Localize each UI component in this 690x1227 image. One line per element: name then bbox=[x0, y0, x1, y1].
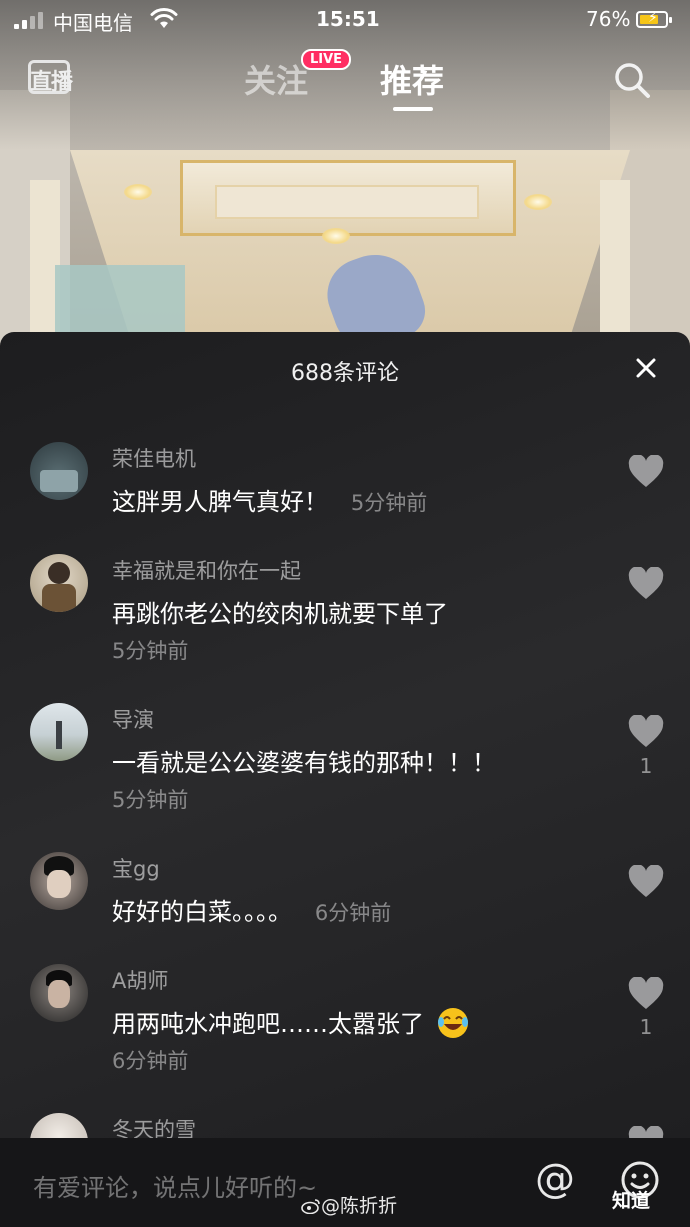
comment-time: 5分钟前 bbox=[112, 639, 189, 663]
tab-recommend[interactable]: 推荐 bbox=[380, 56, 444, 102]
carrier-label: 中国电信 bbox=[53, 11, 133, 35]
comment-item[interactable]: A胡师 用两吨水冲跑吧……太嚣张了 6分钟前 1 bbox=[0, 959, 690, 1089]
avatar[interactable] bbox=[30, 554, 88, 612]
battery-percent: 76% bbox=[586, 7, 631, 31]
comment-item[interactable]: 宝gg 好好的白菜。。。。 6分钟前 bbox=[0, 847, 690, 977]
comment-input[interactable]: 有爱评论，说点儿好听的~ bbox=[33, 1168, 317, 1203]
zhidao-watermark: 知道 bbox=[612, 1190, 651, 1212]
comment-input-bar: 有爱评论，说点儿好听的~ @ @陈折折 知道 bbox=[0, 1138, 690, 1227]
comment-time: 5分钟前 bbox=[350, 491, 428, 515]
comment-username[interactable]: 导演 bbox=[112, 704, 154, 734]
mention-icon[interactable]: @ bbox=[535, 1156, 575, 1202]
comment-text: 用两吨水冲跑吧……太嚣张了 bbox=[112, 1004, 470, 1040]
close-icon[interactable] bbox=[634, 356, 658, 380]
comment-time: 6分钟前 bbox=[112, 1049, 189, 1073]
comment-text: 这胖男人脾气真好！ 5分钟前 bbox=[112, 488, 428, 516]
like-heart-icon[interactable] bbox=[628, 455, 664, 489]
like-count: 1 bbox=[639, 754, 653, 778]
like-heart-icon[interactable] bbox=[628, 977, 664, 1011]
comment-text: 一看就是公公婆婆有钱的那种！！！ bbox=[112, 749, 496, 777]
like-heart-icon[interactable] bbox=[628, 865, 664, 899]
comment-username[interactable]: 冬天的雪 bbox=[112, 1114, 196, 1138]
comment-username[interactable]: A胡师 bbox=[112, 965, 168, 995]
avatar[interactable] bbox=[30, 964, 88, 1022]
active-tab-indicator bbox=[393, 107, 433, 111]
comments-panel[interactable]: 688条评论 荣佳电机 这胖男人脾气真好！ 5分钟前 幸福就是和你在一起 再跳你… bbox=[0, 332, 690, 1138]
live-button[interactable]: 直播 bbox=[28, 52, 74, 98]
like-heart-icon[interactable] bbox=[628, 1126, 664, 1138]
video-lamp bbox=[322, 228, 350, 244]
video-lamp bbox=[524, 194, 552, 210]
like-heart-icon[interactable] bbox=[628, 715, 664, 749]
live-button-label: 直播 bbox=[30, 70, 73, 95]
live-badge: LIVE bbox=[301, 49, 352, 70]
like-count: 1 bbox=[639, 1015, 653, 1039]
comment-text: 好好的白菜。。。。 6分钟前 bbox=[112, 898, 392, 926]
comment-item[interactable]: 幸福就是和你在一起 再跳你老公的绞肉机就要下单了 5分钟前 bbox=[0, 549, 690, 679]
comments-count-title: 688条评论 bbox=[291, 361, 399, 386]
avatar[interactable] bbox=[30, 703, 88, 761]
signal-icon bbox=[14, 11, 43, 29]
search-icon[interactable] bbox=[612, 60, 652, 100]
avatar[interactable] bbox=[30, 1113, 88, 1138]
weibo-watermark: @陈折折 bbox=[301, 1191, 397, 1218]
wifi-icon bbox=[150, 8, 178, 28]
clock: 15:51 bbox=[316, 7, 380, 31]
avatar[interactable] bbox=[30, 852, 88, 910]
comment-username[interactable]: 宝gg bbox=[112, 853, 160, 883]
battery-icon: ⚡ bbox=[636, 10, 672, 28]
video-ceiling-tray-inner bbox=[215, 185, 479, 219]
weibo-icon bbox=[301, 1199, 320, 1215]
avatar[interactable] bbox=[30, 442, 88, 500]
comment-text: 再跳你老公的绞肉机就要下单了 bbox=[112, 600, 448, 628]
comment-time: 5分钟前 bbox=[112, 788, 189, 812]
comment-username[interactable]: 荣佳电机 bbox=[112, 443, 196, 473]
status-bar: 中国电信 15:51 76% ⚡ bbox=[0, 0, 690, 40]
video-lamp bbox=[124, 184, 152, 200]
comment-item[interactable]: 荣佳电机 这胖男人脾气真好！ 5分钟前 bbox=[0, 437, 690, 567]
tab-follow[interactable]: 关注 bbox=[244, 56, 308, 102]
charging-icon: ⚡ bbox=[648, 10, 658, 26]
comment-item[interactable]: 冬天的雪 bbox=[0, 1108, 690, 1138]
comment-item[interactable]: 导演 一看就是公公婆婆有钱的那种！！！ 5分钟前 1 bbox=[0, 698, 690, 828]
comment-username[interactable]: 幸福就是和你在一起 bbox=[112, 555, 301, 585]
laughing-emoji-icon bbox=[437, 1008, 468, 1038]
like-heart-icon[interactable] bbox=[628, 567, 664, 601]
comment-time: 6分钟前 bbox=[314, 901, 392, 925]
